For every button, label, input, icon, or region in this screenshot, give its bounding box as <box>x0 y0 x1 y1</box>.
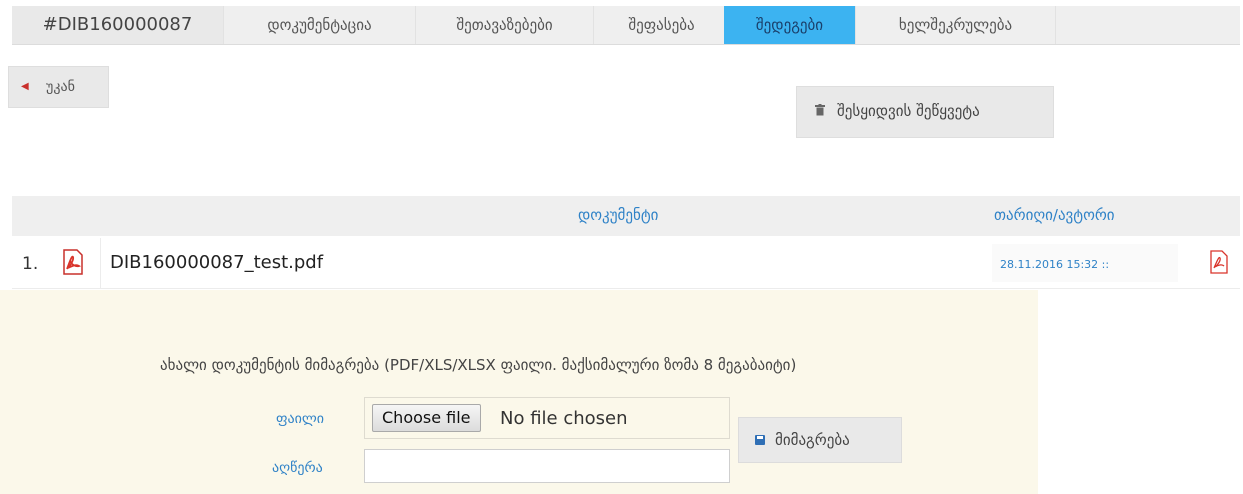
row-number: 1. <box>22 254 39 274</box>
pdf-file-icon <box>63 249 83 275</box>
save-icon <box>755 435 765 445</box>
upload-panel: ახალი დოკუმენტის მიმაგრება (PDF/XLS/XLSX… <box>0 290 1038 494</box>
tab-tender-id[interactable]: #DIB160000087 <box>12 6 224 44</box>
documents-table-header: დოკუმენტი თარიღი/ავტორი <box>12 196 1240 236</box>
choose-file-button[interactable]: Choose file <box>372 404 481 432</box>
tab-offers[interactable]: შეთავაზებები <box>416 6 594 44</box>
trash-icon <box>815 104 825 116</box>
tab-documentation[interactable]: დოკუმენტაცია <box>224 6 416 44</box>
document-date: 28.11.2016 15:32 :: <box>992 244 1178 282</box>
stop-procurement-label: შესყიდვის შეწყვეტა <box>837 102 980 120</box>
description-input[interactable] <box>364 449 730 483</box>
document-file-link[interactable]: DIB160000087_test.pdf <box>110 252 323 273</box>
file-label: ფაილი <box>276 411 325 427</box>
upload-caption: ახალი დოკუმენტის მიმაგრება (PDF/XLS/XLSX… <box>160 356 797 374</box>
file-input[interactable]: Choose file No file chosen <box>364 397 730 439</box>
tab-results[interactable]: შედეგები <box>724 6 856 44</box>
column-divider <box>100 238 101 288</box>
tab-evaluation[interactable]: შეფასება <box>594 6 730 44</box>
tab-bar: #DIB160000087 დოკუმენტაცია შეთავაზებები … <box>12 6 1240 45</box>
table-row: 1. DIB160000087_test.pdf 28.11.2016 15:3… <box>12 238 1240 289</box>
column-header-date-author[interactable]: თარიღი/ავტორი <box>994 206 1115 224</box>
stop-procurement-button[interactable]: შესყიდვის შეწყვეტა <box>796 86 1054 138</box>
attach-button-label: მიმაგრება <box>775 431 850 449</box>
chevron-left-icon: ◀ <box>21 81 29 92</box>
column-header-document[interactable]: დოკუმენტი <box>578 206 658 224</box>
attach-button[interactable]: მიმაგრება <box>738 417 902 463</box>
back-button-label: უკან <box>46 79 75 95</box>
pdf-download-icon[interactable] <box>1210 250 1228 274</box>
no-file-chosen-text: No file chosen <box>500 408 628 429</box>
back-button[interactable]: ◀ უკან <box>8 66 109 108</box>
tab-contract[interactable]: ხელშეკრულება <box>856 6 1056 44</box>
description-label: აღწერა <box>272 460 323 476</box>
